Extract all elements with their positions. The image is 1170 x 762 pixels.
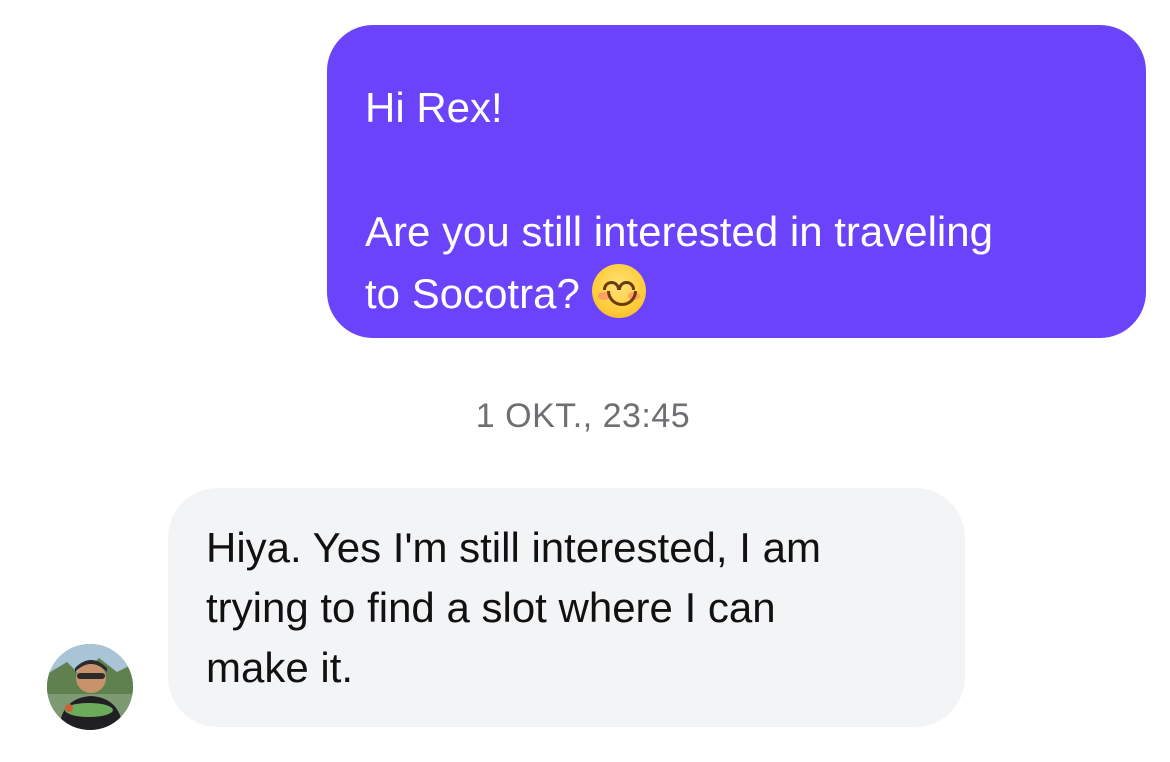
message-timestamp: 1 OKT., 23:45 — [475, 397, 691, 435]
message-text-line: trying to find a slot where I can — [206, 584, 776, 631]
message-text-line: make it. — [206, 644, 354, 691]
avatar-photo-icon — [47, 644, 133, 730]
avatar[interactable] — [47, 644, 133, 730]
message-text-line: Are you still interested in traveling — [365, 208, 993, 255]
message-text-line: Hiya. Yes I'm still interested, I am — [206, 524, 821, 571]
message-text: to Socotra? — [365, 270, 580, 317]
message-text-line: Hi Rex! — [365, 84, 503, 131]
outgoing-message-bubble[interactable]: Hi Rex! Are you still interested in trav… — [327, 25, 1146, 338]
message-text-line: to Socotra? — [365, 263, 1106, 325]
chat-thread: Hi Rex! Are you still interested in trav… — [0, 0, 1170, 762]
incoming-message-bubble[interactable]: Hiya. Yes I'm still interested, I am try… — [168, 488, 965, 727]
smiling-face-icon — [591, 264, 646, 318]
